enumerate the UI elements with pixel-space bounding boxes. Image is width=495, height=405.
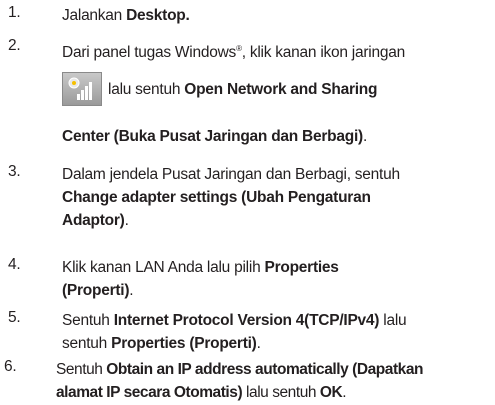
- instruction-list: 1. Jalankan Desktop. 2. Dari panel tugas…: [0, 0, 495, 405]
- step-number: 2.: [8, 37, 21, 54]
- network-signal-icon: [62, 72, 102, 106]
- step-text: Sentuh Obtain an IP address automaticall…: [56, 361, 424, 401]
- step-text: Dalam jendela Pusat Jaringan dan Berbagi…: [62, 166, 400, 229]
- step-number: 1.: [8, 4, 21, 21]
- step-text: lalu sentuh Open Network and Sharing: [108, 80, 378, 98]
- step-number: 5.: [8, 309, 21, 326]
- step-number: 3.: [8, 163, 21, 180]
- step-text: Center (Buka Pusat Jaringan dan Berbagi)…: [62, 128, 367, 145]
- step-text: Dari panel tugas Windows®, klik kanan ik…: [62, 44, 405, 62]
- step-text: Klik kanan LAN Anda lalu pilih Propertie…: [62, 259, 339, 299]
- step-number: 4.: [8, 256, 21, 273]
- step-text: Sentuh Internet Protocol Version 4(TCP/I…: [62, 312, 407, 352]
- step-text: Jalankan Desktop.: [62, 7, 190, 24]
- step-number: 6.: [4, 358, 17, 375]
